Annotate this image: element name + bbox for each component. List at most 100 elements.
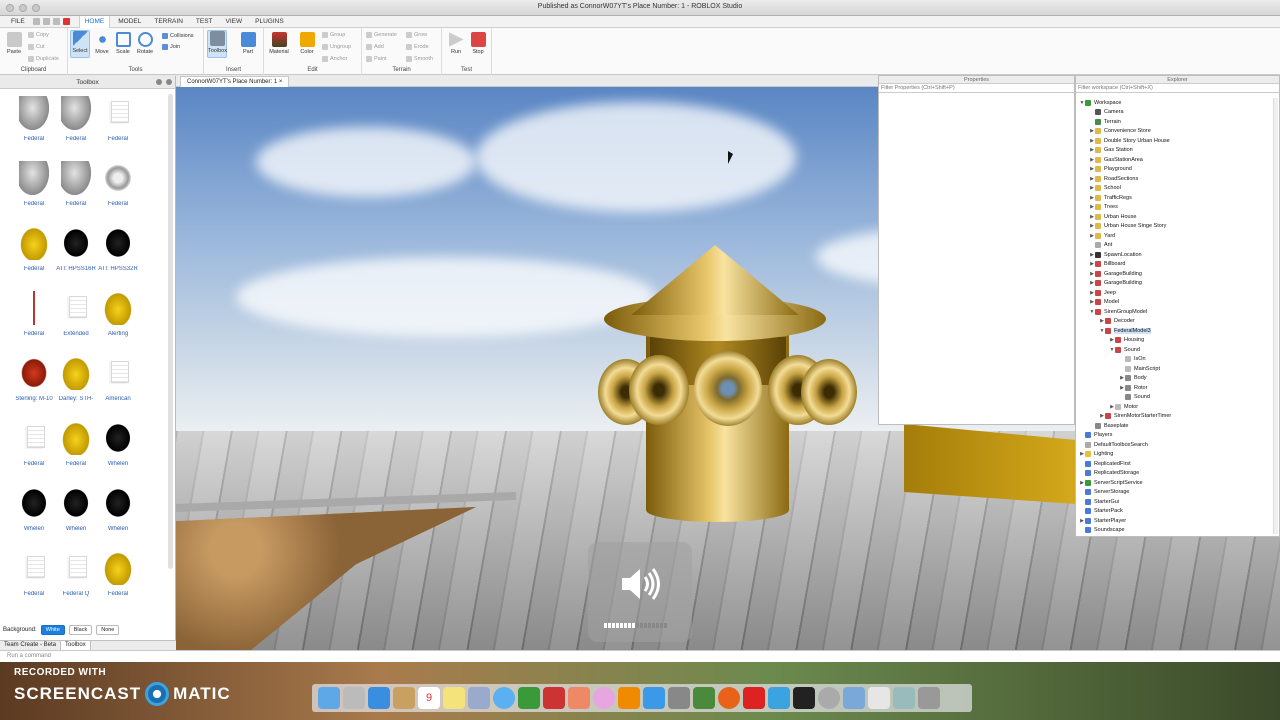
explorer-node[interactable]: ▶ Urban House — [1076, 212, 1276, 222]
explorer-node[interactable]: ▼ FederalModel3 — [1076, 326, 1276, 336]
undock-icon[interactable] — [156, 79, 162, 85]
tab-team-create[interactable]: Team Create - Beta — [0, 641, 62, 650]
toolbox-item[interactable]: Federal — [98, 96, 138, 142]
explorer-node[interactable]: ▶ Model — [1076, 298, 1276, 308]
smooth-button[interactable]: Smooth — [406, 56, 433, 62]
roblox-studio-icon[interactable] — [768, 687, 790, 709]
explorer-node[interactable]: ▶ Motor — [1076, 402, 1276, 412]
calendar-icon[interactable]: 9 — [418, 687, 440, 709]
roblox-icon[interactable] — [743, 687, 765, 709]
explorer-node[interactable]: ▶ GarageBuilding — [1076, 269, 1276, 279]
tab-toolbox[interactable]: Toolbox — [61, 641, 91, 650]
bg-none-button[interactable]: None — [96, 625, 120, 635]
toolbox-item[interactable]: Extended — [56, 291, 96, 337]
explorer-node[interactable]: ▶ Decoder — [1076, 317, 1276, 327]
explorer-node[interactable]: ▶ GarageBuilding — [1076, 279, 1276, 289]
explorer-node[interactable]: ▶ Jeep — [1076, 288, 1276, 298]
toolbox-scrollbar[interactable] — [168, 94, 173, 569]
minecraft-icon[interactable] — [693, 687, 715, 709]
toolbox-item[interactable]: Federal — [56, 96, 96, 142]
bg-black-button[interactable]: Black — [68, 625, 93, 635]
explorer-node[interactable]: MainScript — [1076, 364, 1276, 374]
toolbox-item[interactable]: Sterling: M-10 — [14, 356, 54, 402]
collisions-toggle[interactable]: Collisions — [162, 33, 194, 39]
explorer-node[interactable]: Camera — [1076, 108, 1276, 118]
duplicate-button[interactable]: Duplicate — [28, 56, 59, 62]
toolbox-item[interactable]: Federal — [56, 161, 96, 207]
explorer-node[interactable]: ▶ Body — [1076, 374, 1276, 384]
messages-icon[interactable] — [493, 687, 515, 709]
toolbox-item[interactable]: Whelen — [98, 421, 138, 467]
toolbox-item[interactable]: Federal Q — [56, 551, 96, 597]
menu-file[interactable]: FILE — [6, 16, 30, 28]
explorer-node[interactable]: Baseplate — [1076, 421, 1276, 431]
screenshot-icon[interactable] — [793, 687, 815, 709]
facetime-icon[interactable] — [518, 687, 540, 709]
select-button[interactable]: Select — [70, 30, 90, 58]
explorer-node[interactable]: ▶ Rotor — [1076, 383, 1276, 393]
explorer-node[interactable]: ▶ Lighting — [1076, 450, 1276, 460]
explorer-node[interactable]: ▶ Trees — [1076, 203, 1276, 213]
close-tab-icon[interactable]: × — [279, 79, 283, 85]
explorer-scrollbar[interactable] — [1273, 98, 1278, 534]
properties-filter-input[interactable]: Filter Properties (Ctrl+Shift+P) — [879, 84, 1074, 93]
explorer-node[interactable]: ▶ Billboard — [1076, 260, 1276, 270]
photos-icon[interactable] — [568, 687, 590, 709]
tab-view[interactable]: VIEW — [221, 16, 248, 28]
part-button[interactable]: Part — [238, 32, 258, 55]
erode-button[interactable]: Erode — [406, 44, 429, 50]
toolbox-item[interactable]: Whelen — [14, 486, 54, 532]
toolbox-item[interactable]: Federal — [14, 551, 54, 597]
explorer-node[interactable]: IsOn — [1076, 355, 1276, 365]
stop-icon[interactable] — [62, 18, 70, 25]
explorer-node[interactable]: StarterGui — [1076, 497, 1276, 507]
toolbox-item[interactable]: Federal — [14, 291, 54, 337]
material-button[interactable]: Material — [269, 32, 289, 55]
anchor-button[interactable]: Anchor — [322, 56, 347, 62]
explorer-node[interactable]: ▶ RoadSections — [1076, 174, 1276, 184]
system-preferences-icon[interactable] — [668, 687, 690, 709]
group-button[interactable]: Group — [322, 32, 345, 38]
toolbox-item[interactable]: Federal — [14, 161, 54, 207]
grow-button[interactable]: Grow — [406, 32, 427, 38]
itunes-icon[interactable] — [593, 687, 615, 709]
color-button[interactable]: Color — [297, 32, 317, 55]
disk-utility-icon[interactable] — [818, 687, 840, 709]
paint-terrain-button[interactable]: Paint — [366, 56, 387, 62]
run-button[interactable]: Run — [446, 32, 466, 55]
explorer-node[interactable]: Terrain — [1076, 117, 1276, 127]
bg-white-button[interactable]: White — [40, 625, 65, 635]
explorer-node[interactable]: ▶ Playground — [1076, 165, 1276, 175]
scale-button[interactable]: Scale — [113, 32, 133, 55]
contacts-icon[interactable] — [393, 687, 415, 709]
preview-icon[interactable] — [468, 687, 490, 709]
explorer-node[interactable]: ▼ SirenGroupModel — [1076, 307, 1276, 317]
explorer-node[interactable]: Sound — [1076, 393, 1276, 403]
downloads-folder-icon[interactable] — [843, 687, 865, 709]
explorer-node[interactable]: ▼ Workspace — [1076, 98, 1276, 108]
new-file-icon[interactable] — [32, 18, 40, 25]
explorer-node[interactable]: ▶ TrafficRegs — [1076, 193, 1276, 203]
firefox-icon[interactable] — [718, 687, 740, 709]
explorer-node[interactable]: ▶ ServerScriptService — [1076, 478, 1276, 488]
paste-button[interactable]: Paste — [4, 32, 24, 55]
toolbox-button[interactable]: Toolbox — [207, 30, 227, 58]
app-store-icon[interactable] — [643, 687, 665, 709]
toolbox-item[interactable]: Federal — [98, 551, 138, 597]
toolbox-item[interactable]: ATI: HPSS16R — [56, 226, 96, 272]
stack-icon[interactable] — [893, 687, 915, 709]
explorer-node[interactable]: ▶ Gas Station — [1076, 146, 1276, 156]
notes-icon[interactable] — [443, 687, 465, 709]
documents-icon[interactable] — [868, 687, 890, 709]
stop-button[interactable]: Stop — [468, 32, 488, 55]
join-toggle[interactable]: Join — [162, 44, 180, 50]
explorer-node[interactable]: DefaultToolboxSearch — [1076, 440, 1276, 450]
explorer-node[interactable]: StarterPack — [1076, 507, 1276, 517]
explorer-node[interactable]: ▶ Urban House Singe Story — [1076, 222, 1276, 232]
rotate-button[interactable]: Rotate — [135, 32, 155, 55]
explorer-node[interactable]: ▶ SpawnLocation — [1076, 250, 1276, 260]
toolbox-item[interactable]: Federal — [98, 161, 138, 207]
explorer-node[interactable]: ▶ Convenience Store — [1076, 127, 1276, 137]
tab-model[interactable]: MODEL — [113, 16, 146, 28]
explorer-node[interactable]: ReplicatedStorage — [1076, 469, 1276, 479]
